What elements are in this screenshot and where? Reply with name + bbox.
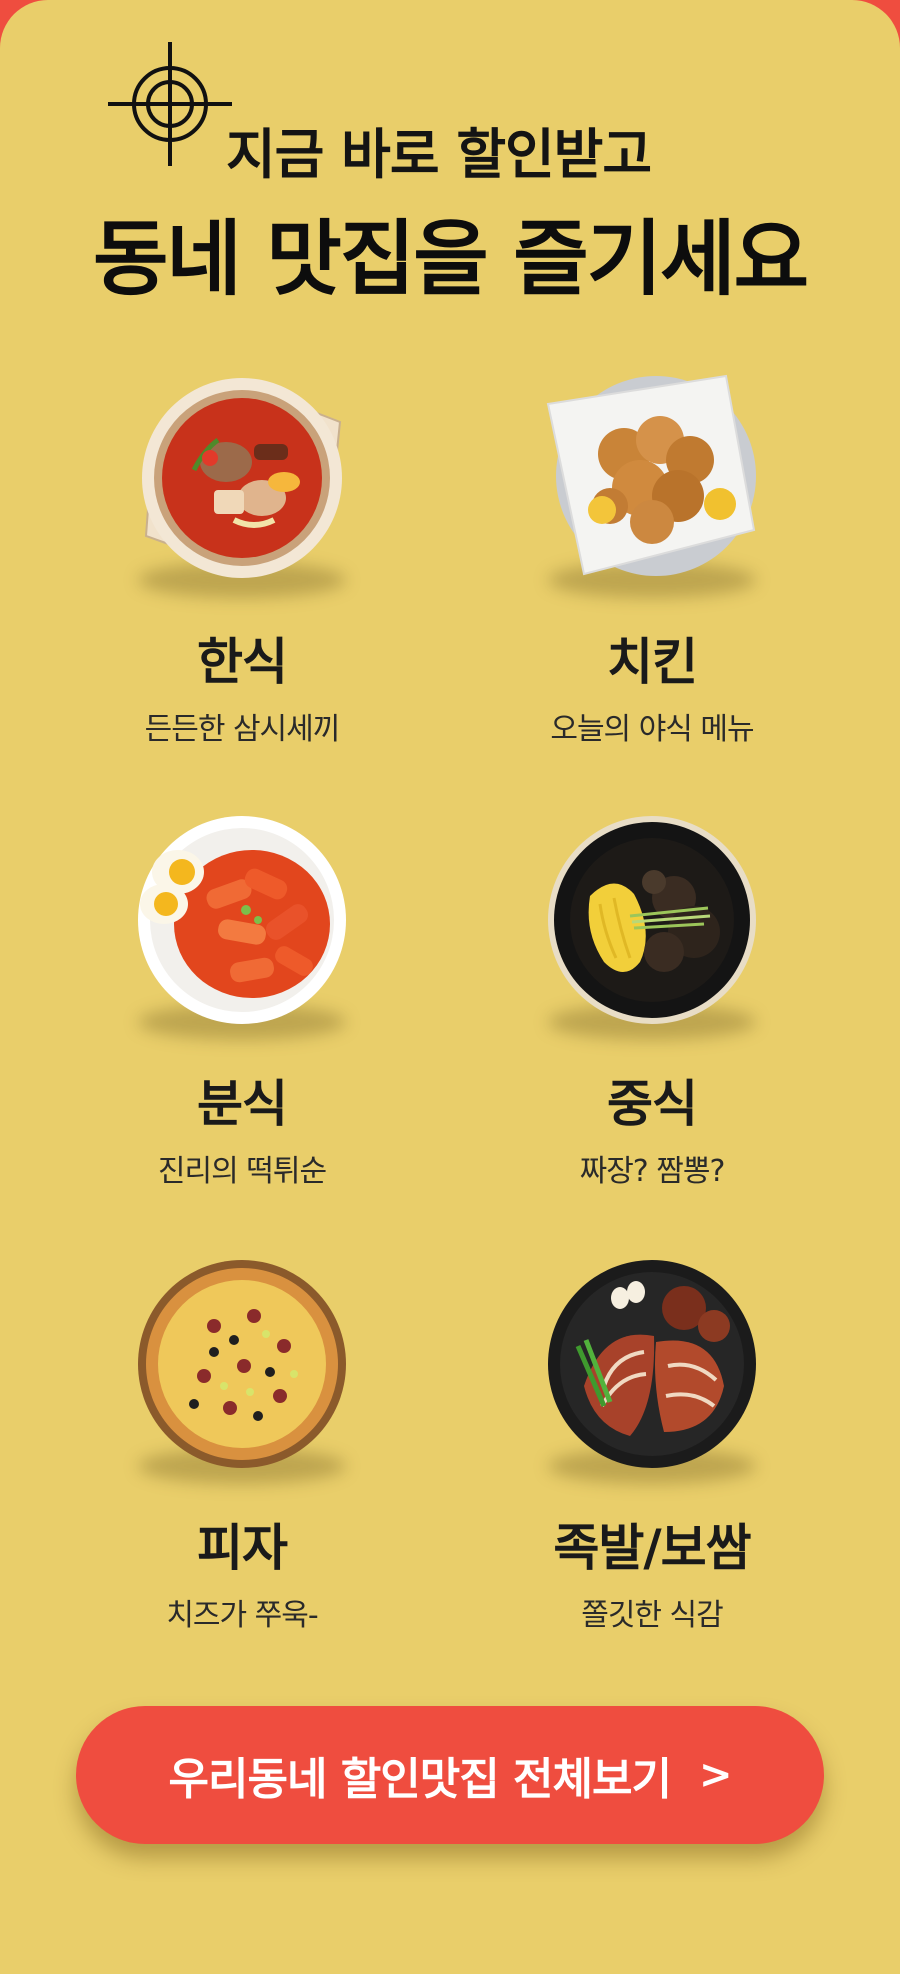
headline-title: 동네 맛집을 즐기세요 (92, 212, 809, 307)
category-name: 족발/보쌈 (553, 1519, 751, 1577)
stew-bowl-icon (142, 378, 342, 578)
jjajangmyeon-icon (548, 816, 756, 1024)
category-desc: 쫄깃한 식감 (581, 1598, 724, 1633)
headline-subtitle: 지금 바로 할인받고 (226, 123, 652, 186)
category-desc: 진리의 떡튀순 (157, 1154, 327, 1189)
category-name: 피자 (197, 1519, 288, 1577)
category-desc: 짜장? 짬뽕? (579, 1154, 726, 1189)
pizza-icon (138, 1260, 346, 1468)
category-name: 치킨 (607, 633, 698, 691)
category-name: 분식 (197, 1075, 288, 1133)
tteokbokki-icon (138, 816, 346, 1024)
chevron-right-icon: > (698, 1752, 733, 1798)
category-desc: 치즈가 쭈욱- (166, 1598, 318, 1633)
category-name: 중식 (607, 1075, 698, 1133)
fried-chicken-icon (546, 374, 756, 576)
jokbal-icon (548, 1260, 756, 1468)
category-name: 한식 (197, 633, 288, 691)
crosshair-icon (108, 42, 232, 166)
view-all-deals-label: 우리동네 할인맛집 전체보기 (168, 1754, 672, 1805)
category-desc: 오늘의 야식 메뉴 (550, 712, 754, 747)
view-all-deals-button[interactable]: 우리동네 할인맛집 전체보기 > (76, 1706, 824, 1844)
promo-card: 지금 바로 할인받고 동네 맛집을 즐기세요 한식 든든한 삼시세끼 치킨 오늘… (0, 0, 900, 1974)
category-desc: 든든한 삼시세끼 (144, 712, 341, 747)
